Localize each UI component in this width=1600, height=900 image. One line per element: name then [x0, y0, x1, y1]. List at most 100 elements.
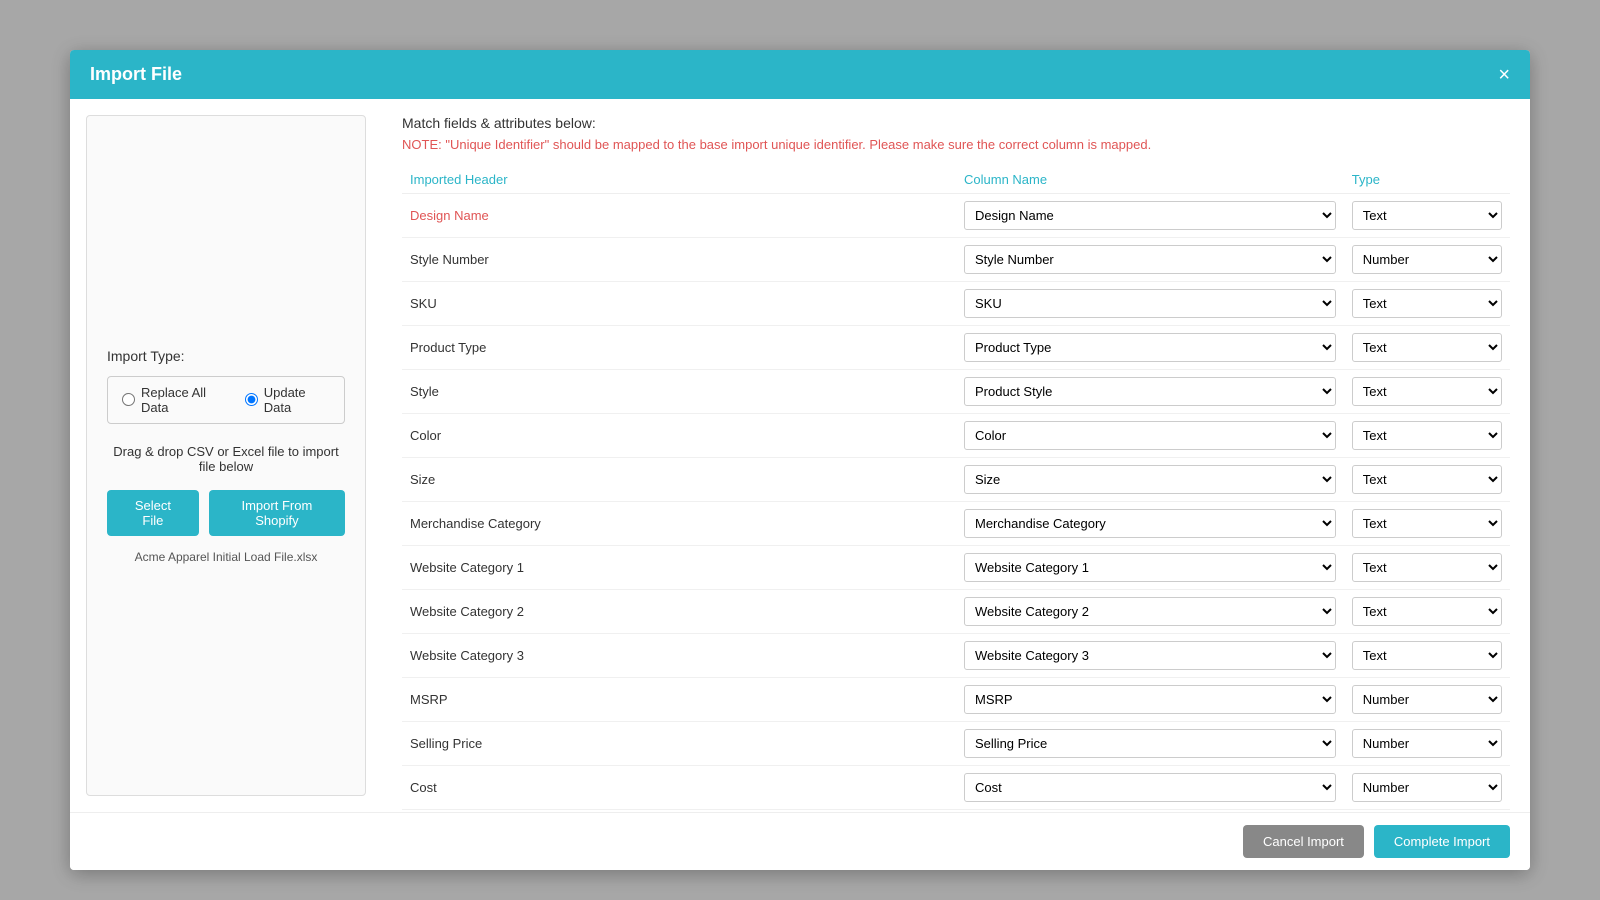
imported-header-cell: Product Type: [402, 326, 956, 370]
close-button[interactable]: ×: [1498, 65, 1510, 85]
type-cell: TextNumber: [1344, 282, 1510, 326]
replace-all-radio[interactable]: [122, 393, 135, 406]
imported-header-cell: Style: [402, 370, 956, 414]
type-cell: TextNumber: [1344, 766, 1510, 810]
modal-footer: Cancel Import Complete Import: [70, 812, 1530, 870]
imported-header-cell: Design Name: [402, 194, 956, 238]
column-name-select[interactable]: Design NameStyle NumberSKUProduct TypePr…: [964, 509, 1336, 538]
type-select[interactable]: TextNumber: [1352, 773, 1502, 802]
table-row: SKU Design NameStyle NumberSKUProduct Typ…: [402, 282, 1510, 326]
column-name-cell: Design NameStyle NumberSKUProduct TypePr…: [956, 458, 1344, 502]
column-name-select[interactable]: Design NameStyle NumberSKUProduct TypePr…: [964, 289, 1336, 318]
file-button-row: Select File Import From Shopify: [107, 490, 345, 536]
type-select[interactable]: TextNumber: [1352, 685, 1502, 714]
col-type: Type: [1344, 166, 1510, 194]
type-cell: TextNumber: [1344, 414, 1510, 458]
replace-all-radio-label[interactable]: Replace All Data: [122, 385, 229, 415]
column-name-select[interactable]: Design NameStyle NumberSKUProduct TypePr…: [964, 553, 1336, 582]
cancel-import-button[interactable]: Cancel Import: [1243, 825, 1364, 858]
type-select[interactable]: TextNumber: [1352, 465, 1502, 494]
table-row: CostDesign NameStyle NumberSKUProduct Ty…: [402, 766, 1510, 810]
table-row: Design Name Design NameStyle NumberSKUPro…: [402, 194, 1510, 238]
modal-body: Import Type: Replace All Data Update Dat…: [70, 99, 1530, 812]
column-name-select[interactable]: Design NameStyle NumberSKUProduct TypePr…: [964, 377, 1336, 406]
type-cell: TextNumber: [1344, 238, 1510, 282]
type-cell: TextNumber: [1344, 370, 1510, 414]
imported-header-cell: Selling Price: [402, 722, 956, 766]
column-name-cell: Design NameStyle NumberSKUProduct TypePr…: [956, 282, 1344, 326]
type-cell: TextNumber: [1344, 590, 1510, 634]
table-row: Website Category 2 Design NameStyle Numbe…: [402, 590, 1510, 634]
column-name-cell: Design NameStyle NumberSKUProduct TypePr…: [956, 194, 1344, 238]
column-name-select[interactable]: Design NameStyle NumberSKUProduct TypePr…: [964, 729, 1336, 758]
imported-header-cell: Website Category 3: [402, 634, 956, 678]
imported-header-cell: Website Category 2: [402, 590, 956, 634]
right-panel: Match fields & attributes below: NOTE: "…: [382, 99, 1530, 812]
import-type-label: Import Type:: [107, 348, 185, 364]
modal-header: Import File ×: [70, 50, 1530, 99]
imported-header-cell: SKU: [402, 282, 956, 326]
complete-import-button[interactable]: Complete Import: [1374, 825, 1510, 858]
column-name-cell: Design NameStyle NumberSKUProduct TypePr…: [956, 414, 1344, 458]
note-text: NOTE: "Unique Identifier" should be mapp…: [402, 137, 1510, 152]
update-data-radio[interactable]: [245, 393, 258, 406]
type-cell: TextNumber: [1344, 502, 1510, 546]
table-row: Style NumberDesign NameStyle NumberSKUPr…: [402, 238, 1510, 282]
type-select[interactable]: TextNumber: [1352, 641, 1502, 670]
column-name-select[interactable]: Design NameStyle NumberSKUProduct TypePr…: [964, 773, 1336, 802]
type-select[interactable]: TextNumber: [1352, 421, 1502, 450]
column-name-select[interactable]: Design NameStyle NumberSKUProduct TypePr…: [964, 641, 1336, 670]
column-name-cell: Design NameStyle NumberSKUProduct TypePr…: [956, 678, 1344, 722]
file-name-label: Acme Apparel Initial Load File.xlsx: [135, 550, 318, 564]
column-name-cell: Design NameStyle NumberSKUProduct TypePr…: [956, 634, 1344, 678]
column-name-cell: Design NameStyle NumberSKUProduct TypePr…: [956, 238, 1344, 282]
type-select[interactable]: TextNumber: [1352, 553, 1502, 582]
column-name-select[interactable]: Design NameStyle NumberSKUProduct TypePr…: [964, 685, 1336, 714]
type-cell: TextNumber: [1344, 678, 1510, 722]
table-row: MSRP Design NameStyle NumberSKUProduct Ty…: [402, 678, 1510, 722]
type-select[interactable]: TextNumber: [1352, 729, 1502, 758]
column-name-select[interactable]: Design NameStyle NumberSKUProduct TypePr…: [964, 597, 1336, 626]
select-file-button[interactable]: Select File: [107, 490, 199, 536]
import-modal: Import File × Import Type: Replace All D…: [70, 50, 1530, 870]
column-name-select[interactable]: Design NameStyle NumberSKUProduct TypePr…: [964, 201, 1336, 230]
imported-header-cell: Merchandise Category: [402, 502, 956, 546]
table-row: Merchandise Category Design NameStyle Num…: [402, 502, 1510, 546]
column-name-cell: Design NameStyle NumberSKUProduct TypePr…: [956, 326, 1344, 370]
type-select[interactable]: TextNumber: [1352, 333, 1502, 362]
col-column-name: Column Name: [956, 166, 1344, 194]
left-panel: Import Type: Replace All Data Update Dat…: [86, 115, 366, 796]
table-row: Size Design NameStyle NumberSKUProduct Ty…: [402, 458, 1510, 502]
type-select[interactable]: TextNumber: [1352, 201, 1502, 230]
update-data-radio-label[interactable]: Update Data: [245, 385, 330, 415]
table-row: Website Category 1Design NameStyle Numbe…: [402, 546, 1510, 590]
column-name-cell: Design NameStyle NumberSKUProduct TypePr…: [956, 590, 1344, 634]
type-select[interactable]: TextNumber: [1352, 377, 1502, 406]
type-select[interactable]: TextNumber: [1352, 597, 1502, 626]
column-name-select[interactable]: Design NameStyle NumberSKUProduct TypePr…: [964, 333, 1336, 362]
type-select[interactable]: TextNumber: [1352, 289, 1502, 318]
type-cell: TextNumber: [1344, 546, 1510, 590]
field-mapping-table: Imported Header Column Name Type Design …: [402, 166, 1510, 812]
col-imported-header: Imported Header: [402, 166, 956, 194]
drag-drop-text: Drag & drop CSV or Excel file to import …: [107, 444, 345, 474]
modal-overlay: Import File × Import Type: Replace All D…: [0, 0, 1600, 900]
import-type-radio-group: Replace All Data Update Data: [107, 376, 345, 424]
column-name-cell: Design NameStyle NumberSKUProduct TypePr…: [956, 766, 1344, 810]
column-name-cell: Design NameStyle NumberSKUProduct TypePr…: [956, 546, 1344, 590]
column-name-select[interactable]: Design NameStyle NumberSKUProduct TypePr…: [964, 245, 1336, 274]
type-select[interactable]: TextNumber: [1352, 509, 1502, 538]
type-select[interactable]: TextNumber: [1352, 245, 1502, 274]
column-name-select[interactable]: Design NameStyle NumberSKUProduct TypePr…: [964, 421, 1336, 450]
column-name-select[interactable]: Design NameStyle NumberSKUProduct TypePr…: [964, 465, 1336, 494]
imported-header-cell: MSRP: [402, 678, 956, 722]
table-row: Selling Price Design NameStyle NumberSKUP…: [402, 722, 1510, 766]
column-name-cell: Design NameStyle NumberSKUProduct TypePr…: [956, 722, 1344, 766]
table-row: Product Type Design NameStyle NumberSKUPr…: [402, 326, 1510, 370]
type-cell: TextNumber: [1344, 194, 1510, 238]
import-shopify-button[interactable]: Import From Shopify: [209, 490, 345, 536]
table-row: Website Category 3 Design NameStyle Numbe…: [402, 634, 1510, 678]
imported-header-cell: Size: [402, 458, 956, 502]
type-cell: TextNumber: [1344, 326, 1510, 370]
column-name-cell: Design NameStyle NumberSKUProduct TypePr…: [956, 502, 1344, 546]
